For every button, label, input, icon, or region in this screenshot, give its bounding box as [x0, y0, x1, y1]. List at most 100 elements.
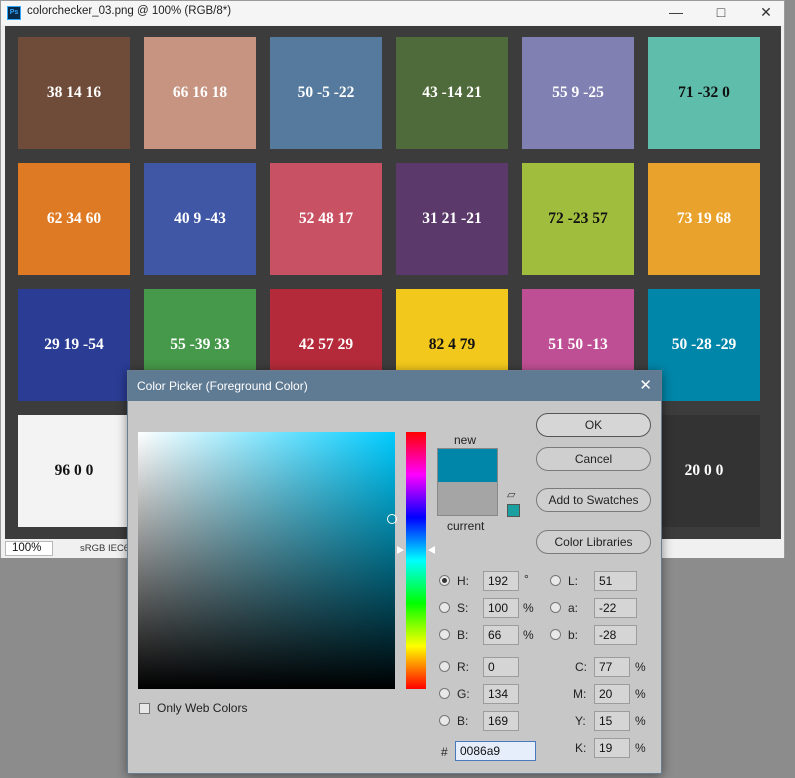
color-patch-label: 55 9 -25: [552, 84, 604, 101]
color-patch-label: 50 -5 -22: [297, 84, 355, 101]
lab-b-label: b:: [568, 628, 579, 642]
color-patch-label: 66 16 18: [172, 84, 228, 101]
current-color-swatch[interactable]: [437, 482, 498, 516]
red-radio[interactable]: [439, 661, 450, 672]
ok-button[interactable]: OK: [536, 413, 651, 437]
color-patch: 38 14 16: [18, 37, 130, 149]
color-patch: 55 9 -25: [522, 37, 634, 149]
hue-slider[interactable]: [406, 432, 426, 689]
only-web-colors-label: Only Web Colors: [157, 701, 248, 715]
minimize-button[interactable]: —: [654, 1, 698, 25]
blue-radio[interactable]: [439, 715, 450, 726]
color-patch: 52 48 17: [270, 163, 382, 275]
lightness-radio[interactable]: [550, 575, 561, 586]
document-title: colorchecker_03.png @ 100% (RGB/8*): [27, 5, 232, 17]
magenta-label: M:: [573, 687, 587, 701]
color-patch-label: 51 50 -13: [548, 336, 608, 353]
saturation-field[interactable]: 100: [483, 598, 519, 618]
hue-label: H:: [457, 574, 469, 588]
color-patch: 40 9 -43: [144, 163, 256, 275]
hue-slider-left-arrow[interactable]: [397, 546, 404, 554]
lightness-field[interactable]: 51: [594, 571, 637, 591]
new-color-swatch: [437, 448, 498, 482]
yellow-label: Y:: [575, 714, 586, 728]
color-patch: 50 -28 -29: [648, 289, 760, 401]
hue-field[interactable]: 192: [483, 571, 519, 591]
color-patch: 50 -5 -22: [270, 37, 382, 149]
saturation-brightness-field[interactable]: [138, 432, 395, 689]
hex-field[interactable]: 0086a9: [455, 741, 536, 761]
cyan-label: C:: [575, 660, 587, 674]
color-patch-label: 55 -39 33: [170, 336, 230, 353]
color-patch-label: 42 57 29: [298, 336, 354, 353]
magenta-field[interactable]: 20: [594, 684, 630, 704]
only-web-colors-checkbox[interactable]: [139, 703, 150, 714]
color-patch-label: 71 -32 0: [678, 84, 730, 101]
hue-slider-right-arrow[interactable]: [428, 546, 435, 554]
green-label: G:: [457, 687, 470, 701]
saturation-unit: %: [523, 601, 534, 615]
lab-b-radio[interactable]: [550, 629, 561, 640]
color-patch-label: 96 0 0: [54, 462, 94, 479]
saturation-label: S:: [457, 601, 469, 615]
color-patch-label: 62 34 60: [46, 210, 102, 227]
color-profile-label[interactable]: sRGB IEC6: [80, 543, 129, 554]
color-patch: 29 19 -54: [18, 289, 130, 401]
color-patch: 72 -23 57: [522, 163, 634, 275]
magenta-unit: %: [635, 687, 646, 701]
red-label: R:: [457, 660, 469, 674]
dialog-title: Color Picker (Foreground Color): [137, 379, 308, 393]
cyan-unit: %: [635, 660, 646, 674]
dialog-titlebar[interactable]: Color Picker (Foreground Color) ✕: [128, 371, 661, 401]
color-patch: 96 0 0: [18, 415, 130, 527]
brightness-unit: %: [523, 628, 534, 642]
maximize-button[interactable]: □: [699, 1, 743, 25]
out-of-web-gamut-cube-icon[interactable]: ▱: [507, 488, 515, 501]
yellow-field[interactable]: 15: [594, 711, 630, 731]
cancel-button[interactable]: Cancel: [536, 447, 651, 471]
green-field[interactable]: 134: [483, 684, 519, 704]
color-picker-dialog: Color Picker (Foreground Color) ✕ new cu…: [127, 370, 662, 774]
yellow-unit: %: [635, 714, 646, 728]
color-patch: 71 -32 0: [648, 37, 760, 149]
color-patch: 20 0 0: [648, 415, 760, 527]
color-patch: 66 16 18: [144, 37, 256, 149]
color-patch-label: 72 -23 57: [548, 210, 608, 227]
add-to-swatches-button[interactable]: Add to Swatches: [536, 488, 651, 512]
lab-b-field[interactable]: -28: [594, 625, 637, 645]
blue-label: B:: [457, 714, 469, 728]
saturation-radio[interactable]: [439, 602, 450, 613]
color-patch-label: 20 0 0: [684, 462, 724, 479]
color-patch-label: 38 14 16: [46, 84, 102, 101]
close-button[interactable]: ✕: [744, 1, 788, 25]
hue-radio[interactable]: [439, 575, 450, 586]
black-label: K:: [575, 741, 587, 755]
color-patch-label: 29 19 -54: [44, 336, 104, 353]
color-libraries-button[interactable]: Color Libraries: [536, 530, 651, 554]
lightness-label: L:: [568, 574, 579, 588]
green-radio[interactable]: [439, 688, 450, 699]
lab-a-field[interactable]: -22: [594, 598, 637, 618]
brightness-label: B:: [457, 628, 469, 642]
color-patch: 43 -14 21: [396, 37, 508, 149]
cyan-field[interactable]: 77: [594, 657, 630, 677]
dialog-close-icon[interactable]: ✕: [639, 376, 652, 394]
color-patch-label: 43 -14 21: [422, 84, 482, 101]
color-patch-label: 73 19 68: [676, 210, 732, 227]
zoom-field[interactable]: 100%: [5, 541, 53, 556]
black-field[interactable]: 19: [594, 738, 630, 758]
gamut-color-swatch[interactable]: [507, 504, 520, 517]
color-patch-label: 82 4 79: [428, 336, 476, 353]
color-patch-label: 52 48 17: [298, 210, 354, 227]
document-titlebar[interactable]: Ps colorchecker_03.png @ 100% (RGB/8*) —…: [1, 1, 784, 25]
black-unit: %: [635, 741, 646, 755]
color-selection-marker[interactable]: [387, 514, 397, 524]
brightness-field[interactable]: 66: [483, 625, 519, 645]
red-field[interactable]: 0: [483, 657, 519, 677]
color-patch-label: 50 -28 -29: [671, 336, 737, 353]
brightness-radio[interactable]: [439, 629, 450, 640]
lab-a-radio[interactable]: [550, 602, 561, 613]
hex-label: #: [441, 745, 448, 759]
color-patch: 31 21 -21: [396, 163, 508, 275]
blue-field[interactable]: 169: [483, 711, 519, 731]
